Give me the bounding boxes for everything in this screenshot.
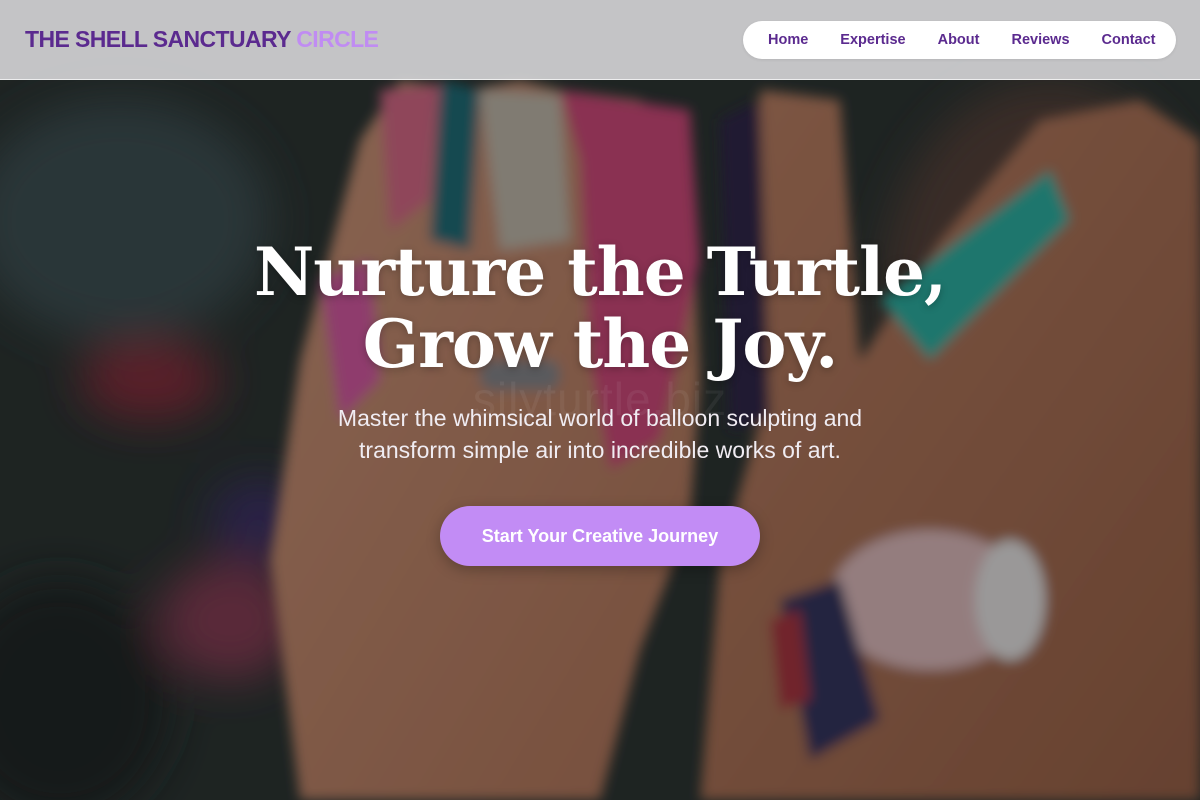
start-journey-button[interactable]: Start Your Creative Journey: [440, 506, 760, 566]
nav-home-link[interactable]: Home: [768, 32, 808, 48]
main-nav: Home Expertise About Reviews Contact: [743, 21, 1176, 59]
nav-reviews-link[interactable]: Reviews: [1011, 32, 1069, 48]
nav-about-link[interactable]: About: [938, 32, 980, 48]
logo-accent-text: CIRCLE: [296, 26, 379, 52]
hero-title-line-2: Grow the Joy.: [362, 305, 838, 383]
nav-expertise-link[interactable]: Expertise: [840, 32, 905, 48]
hero-title: Nurture the Turtle, Grow the Joy.: [0, 236, 1200, 380]
hero-title-line-1: Nurture the Turtle,: [253, 233, 947, 311]
site-header: THE SHELL SANCTUARY CIRCLE Home Expertis…: [0, 0, 1200, 80]
hero-subtitle: Master the whimsical world of balloon sc…: [337, 405, 863, 463]
logo-main-text: THE SHELL SANCTUARY: [25, 26, 291, 52]
nav-contact-link[interactable]: Contact: [1102, 32, 1156, 48]
site-logo[interactable]: THE SHELL SANCTUARY CIRCLE: [25, 26, 379, 53]
